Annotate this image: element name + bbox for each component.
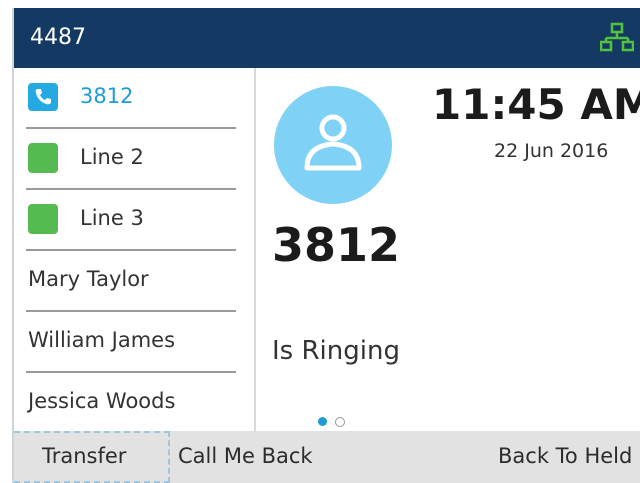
back-to-held-button[interactable]: Back To Held <box>498 444 632 468</box>
sidebar-item-label: William James <box>28 328 176 352</box>
user-avatar-icon <box>274 86 392 204</box>
sidebar-item-label: Jessica Woods <box>28 389 176 413</box>
sidebar-item-label: Line 2 <box>80 145 144 169</box>
sidebar-item-label: Mary Taylor <box>28 267 149 291</box>
phone-icon <box>28 83 58 111</box>
softkey-bar: Transfer Call Me Back Back To Held <box>14 431 640 483</box>
page-indicator <box>318 415 358 429</box>
transfer-button[interactable]: Transfer <box>42 444 126 468</box>
sidebar-item-3812[interactable]: 3812 <box>26 68 236 129</box>
line-status-icon <box>28 204 58 234</box>
extension-number: 4487 <box>30 25 86 50</box>
sidebar-item-label: 3812 <box>80 84 134 108</box>
sidebar-item-william-james[interactable]: William James <box>26 312 236 373</box>
line-status-icon <box>28 143 58 173</box>
sidebar-item-jessica-woods[interactable]: Jessica Woods <box>26 373 236 432</box>
clock-date: 22 Jun 2016 <box>494 140 609 162</box>
call-status: Is Ringing <box>272 336 400 366</box>
page-dot <box>335 417 345 427</box>
sidebar-item-label: Line 3 <box>80 206 144 230</box>
line-sidebar: 3812 Line 2 Line 3 Mary Taylor William J… <box>14 68 256 431</box>
sidebar-item-line-2[interactable]: Line 2 <box>26 129 236 190</box>
sidebar-item-line-3[interactable]: Line 3 <box>26 190 236 251</box>
status-bar: 4487 <box>14 8 640 68</box>
call-panel: 11:45 AM 22 Jun 2016 3812 Is Ringing <box>256 68 640 431</box>
caller-number: 3812 <box>272 218 401 272</box>
page-dot-current <box>318 417 327 426</box>
sidebar-item-mary-taylor[interactable]: Mary Taylor <box>26 251 236 312</box>
transfer-softkey-focus: Transfer <box>14 431 170 483</box>
call-me-back-button[interactable]: Call Me Back <box>178 444 313 468</box>
phone-screen: 4487 3812 Line 2 Line 3 Mary Taylor Will… <box>12 8 640 483</box>
clock-time: 11:45 AM <box>432 80 640 129</box>
network-icon <box>599 22 635 54</box>
